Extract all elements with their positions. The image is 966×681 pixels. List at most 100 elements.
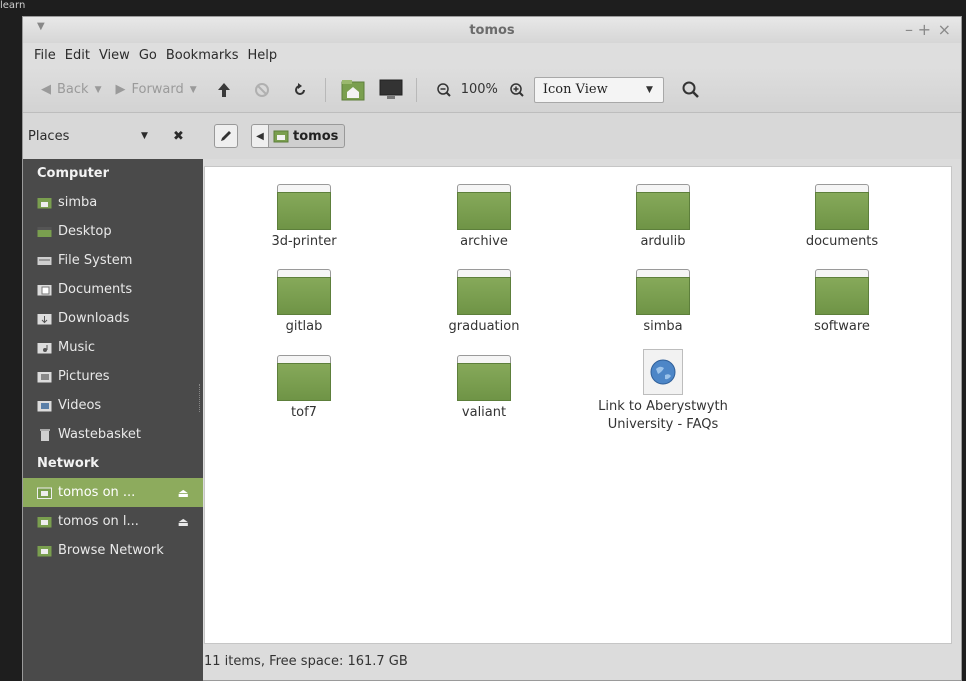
close-sidebar-icon[interactable]: ✖ bbox=[173, 129, 184, 144]
folder-item[interactable]: valiant bbox=[404, 355, 564, 422]
forward-button[interactable]: ▶ Forward ▼ bbox=[115, 82, 196, 97]
computer-button[interactable] bbox=[378, 77, 404, 103]
menu-edit[interactable]: Edit bbox=[65, 48, 90, 63]
sidebar-item-label: Desktop bbox=[58, 224, 112, 239]
sidebar-heading-computer: Computer bbox=[37, 166, 110, 181]
sidebar-item-simba[interactable]: simba bbox=[23, 188, 203, 217]
file-name: 3d-printer bbox=[271, 234, 337, 249]
sidebar-item-label: Music bbox=[58, 340, 95, 355]
sidebar-item-videos[interactable]: Videos bbox=[23, 391, 203, 420]
trash-icon bbox=[37, 428, 52, 441]
close-icon[interactable]: × bbox=[938, 20, 951, 39]
reload-button[interactable] bbox=[287, 77, 313, 103]
home-folder-icon bbox=[37, 196, 52, 209]
file-name: Link to Aberystwyth University - FAQs bbox=[598, 399, 728, 432]
network-icon bbox=[37, 544, 52, 557]
network-share-icon bbox=[37, 486, 52, 499]
stop-button[interactable] bbox=[249, 77, 275, 103]
globe-link-icon bbox=[643, 349, 683, 395]
folder-item[interactable]: graduation bbox=[404, 269, 564, 336]
sidebar-item-network-2[interactable]: tomos on l... ⏏ bbox=[23, 507, 203, 536]
monitor-icon bbox=[379, 79, 403, 99]
sidebar-item-label: Browse Network bbox=[58, 543, 164, 558]
search-button[interactable] bbox=[678, 77, 704, 103]
places-label: Places bbox=[28, 128, 70, 144]
menu-view[interactable]: View bbox=[99, 48, 130, 63]
minimize-icon[interactable]: – bbox=[905, 20, 913, 39]
menu-bookmarks[interactable]: Bookmarks bbox=[166, 48, 239, 63]
home-button[interactable] bbox=[340, 77, 366, 103]
menu-go[interactable]: Go bbox=[139, 48, 157, 63]
folder-item[interactable]: 3d-printer bbox=[224, 184, 384, 251]
folder-icon bbox=[636, 184, 690, 230]
file-name: software bbox=[814, 319, 870, 334]
drive-icon bbox=[37, 254, 52, 267]
view-mode-value: Icon View bbox=[542, 82, 608, 97]
folder-icon bbox=[457, 184, 511, 230]
file-name: simba bbox=[643, 319, 683, 334]
toggle-location-entry-button[interactable] bbox=[214, 124, 238, 148]
folder-item[interactable]: documents bbox=[762, 184, 922, 251]
zoom-out-button[interactable] bbox=[431, 77, 457, 103]
toolbar: ◀ Back ▼ ▶ Forward ▼ 100% Icon View ▼ bbox=[23, 67, 961, 113]
sidebar-item-desktop[interactable]: Desktop bbox=[23, 217, 203, 246]
pencil-icon bbox=[221, 131, 231, 141]
back-button[interactable]: ◀ Back ▼ bbox=[41, 82, 101, 97]
toolbar-separator bbox=[415, 77, 417, 102]
maximize-icon[interactable]: + bbox=[918, 20, 931, 39]
sidebar-item-label: tomos on l... bbox=[58, 514, 139, 529]
sidebar-item-music[interactable]: Music bbox=[23, 333, 203, 362]
folder-item[interactable]: archive bbox=[404, 184, 564, 251]
menu-file[interactable]: File bbox=[34, 48, 56, 63]
folder-icon bbox=[815, 184, 869, 230]
sidebar-item-label: simba bbox=[58, 195, 98, 210]
home-folder-icon bbox=[341, 79, 365, 100]
folder-item[interactable]: ardulib bbox=[583, 184, 743, 251]
sidebar-resize-handle[interactable] bbox=[199, 384, 201, 412]
folder-item[interactable]: gitlab bbox=[224, 269, 384, 336]
downloads-folder-icon bbox=[37, 312, 52, 325]
menu-help[interactable]: Help bbox=[247, 48, 277, 63]
arrow-right-icon: ▶ bbox=[115, 82, 126, 97]
breadcrumb-back-button[interactable]: ◀ bbox=[251, 124, 269, 148]
sidebar-item-browse-network[interactable]: Browse Network bbox=[23, 536, 203, 565]
file-name: archive bbox=[460, 234, 508, 249]
up-button[interactable] bbox=[211, 77, 237, 103]
sidebar-item-wastebasket[interactable]: Wastebasket bbox=[23, 420, 203, 449]
folder-item[interactable]: tof7 bbox=[224, 355, 384, 422]
sidebar-item-file-system[interactable]: File System bbox=[23, 246, 203, 275]
arrow-left-icon: ◀ bbox=[41, 82, 51, 97]
sidebar-heading-network: Network bbox=[37, 456, 99, 471]
view-mode-select[interactable]: Icon View ▼ bbox=[533, 76, 664, 103]
eject-icon[interactable]: ⏏ bbox=[178, 515, 189, 529]
sidebar: Computer simba Desktop File System Docum… bbox=[23, 159, 203, 681]
sidebar-header: Places ▼ ✖ bbox=[23, 129, 203, 144]
forward-label: Forward bbox=[131, 82, 184, 97]
sidebar-item-downloads[interactable]: Downloads bbox=[23, 304, 203, 333]
file-name: valiant bbox=[461, 405, 507, 420]
eject-icon[interactable]: ⏏ bbox=[178, 486, 189, 500]
sidebar-item-documents[interactable]: Documents bbox=[23, 275, 203, 304]
file-manager-window: ▼ tomos – + × File Edit View Go Bookmark… bbox=[22, 16, 962, 681]
folder-icon bbox=[457, 269, 511, 315]
status-bar: 11 items, Free space: 161.7 GB bbox=[204, 654, 408, 669]
back-dropdown-icon[interactable]: ▼ bbox=[95, 85, 102, 95]
sidebar-item-label: File System bbox=[58, 253, 133, 268]
places-dropdown-icon[interactable]: ▼ bbox=[141, 131, 148, 141]
toolbar-separator bbox=[324, 77, 326, 102]
videos-folder-icon bbox=[37, 399, 52, 412]
folder-icon bbox=[277, 184, 331, 230]
desktop-icon bbox=[37, 225, 52, 238]
breadcrumb-current[interactable]: tomos bbox=[269, 124, 346, 148]
sidebar-item-network-1[interactable]: tomos on ... ⏏ bbox=[23, 478, 203, 507]
forward-dropdown-icon[interactable]: ▼ bbox=[190, 85, 197, 95]
sidebar-item-pictures[interactable]: Pictures bbox=[23, 362, 203, 391]
search-icon bbox=[682, 81, 699, 98]
link-item[interactable]: Link to Aberystwyth University - FAQs bbox=[583, 349, 743, 434]
sidebar-item-label: Wastebasket bbox=[58, 427, 142, 442]
folder-icon bbox=[636, 269, 690, 315]
folder-item[interactable]: simba bbox=[583, 269, 743, 336]
zoom-in-button[interactable] bbox=[504, 77, 530, 103]
folder-item[interactable]: software bbox=[762, 269, 922, 336]
back-label: Back bbox=[57, 82, 89, 97]
